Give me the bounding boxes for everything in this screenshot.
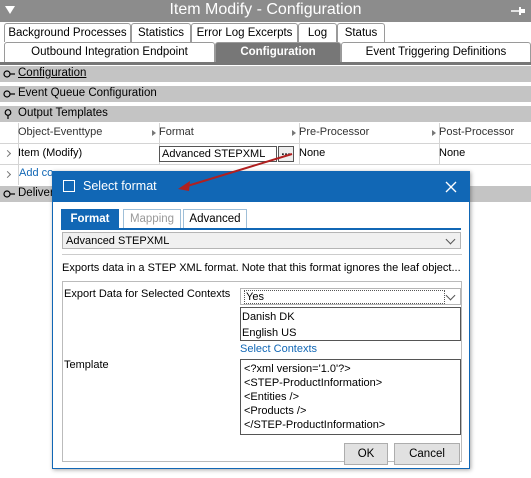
column-menu-icon — [152, 130, 156, 136]
expanded-node-icon — [4, 109, 12, 119]
dialog-tab-format[interactable]: Format — [61, 209, 119, 230]
column-header-pre-processor[interactable]: Pre-Processor — [297, 123, 440, 144]
contexts-list[interactable]: Danish DK English US — [240, 307, 461, 341]
section-configuration-label: Configuration — [18, 67, 87, 79]
select-format-dialog: Select format Format Mapping Advanced Ad… — [52, 171, 470, 469]
cell-post-processor[interactable]: None — [437, 144, 531, 165]
context-item[interactable]: English US — [242, 325, 296, 341]
export-contexts-select[interactable]: Yes — [240, 288, 461, 305]
column-header-object-eventtype[interactable]: Object-Eventtype — [16, 123, 160, 144]
tab-event-triggering-definitions[interactable]: Event Triggering Definitions — [341, 42, 531, 62]
template-line: <Products /> — [244, 405, 307, 417]
window-titlebar: Item Modify - Configuration — [0, 0, 531, 22]
tab-row-2: Outbound Integration Endpoint Configurat… — [0, 42, 531, 62]
tab-row-1: Background Processes Statistics Error Lo… — [0, 23, 531, 43]
tab-status[interactable]: Status — [337, 23, 385, 43]
tab-underline — [0, 62, 531, 65]
chevron-down-icon — [445, 290, 456, 301]
add-link[interactable]: Add co — [19, 167, 53, 179]
close-icon[interactable] — [445, 181, 457, 193]
divider — [62, 254, 462, 255]
collapsed-node-icon — [3, 90, 15, 98]
format-select[interactable]: Advanced STEPXML — [62, 232, 461, 249]
section-configuration[interactable]: Configuration — [0, 66, 531, 82]
ok-button[interactable]: OK — [344, 443, 388, 465]
tab-log[interactable]: Log — [298, 23, 337, 43]
export-contexts-label: Export Data for Selected Contexts — [64, 288, 231, 300]
column-menu-icon — [292, 130, 296, 136]
tab-configuration[interactable]: Configuration — [215, 42, 341, 62]
section-event-queue[interactable]: Event Queue Configuration — [0, 86, 531, 102]
context-item[interactable]: Danish DK — [242, 309, 295, 325]
section-delivery-label: Deliver — [18, 187, 54, 199]
tab-outbound-integration-endpoint[interactable]: Outbound Integration Endpoint — [4, 42, 215, 62]
row-expander — [0, 165, 19, 185]
format-description: Exports data in a STEP XML format. Note … — [62, 262, 461, 274]
section-output-templates[interactable]: Output Templates — [0, 106, 531, 122]
column-header-post-processor[interactable]: Post-Processor — [437, 123, 531, 144]
template-line: </STEP-ProductInformation> — [244, 419, 386, 431]
section-output-templates-label: Output Templates — [18, 107, 108, 119]
template-line: <Entities /> — [244, 391, 300, 403]
template-textarea[interactable]: <?xml version='1.0'?> <STEP-ProductInfor… — [240, 359, 461, 435]
dialog-tab-mapping[interactable]: Mapping — [123, 209, 181, 230]
dialog-tab-underline — [61, 228, 461, 230]
cancel-button[interactable]: Cancel — [394, 443, 460, 465]
template-line: <?xml version='1.0'?> — [244, 363, 351, 375]
tab-error-log-excerpts[interactable]: Error Log Excerpts — [191, 23, 298, 43]
column-menu-icon — [432, 130, 436, 136]
cell-object-eventtype[interactable]: Item (Modify) — [16, 144, 160, 165]
chevron-down-icon — [445, 234, 456, 245]
section-event-queue-label: Event Queue Configuration — [18, 87, 157, 99]
annotation-arrow — [178, 153, 293, 191]
window-icon — [63, 180, 75, 192]
select-contexts-link[interactable]: Select Contexts — [240, 343, 317, 355]
column-header-format[interactable]: Format — [157, 123, 300, 144]
collapsed-node-icon — [3, 190, 15, 198]
chevron-right-icon — [3, 170, 12, 179]
template-label: Template — [64, 359, 109, 371]
pin-icon[interactable] — [510, 4, 526, 18]
cell-pre-processor[interactable]: None — [297, 144, 440, 165]
chevron-right-icon — [3, 149, 12, 158]
tab-statistics[interactable]: Statistics — [131, 23, 191, 43]
collapsed-node-icon — [3, 70, 15, 78]
template-line: <STEP-ProductInformation> — [244, 377, 383, 389]
window-title: Item Modify - Configuration — [169, 1, 362, 18]
tab-background-processes[interactable]: Background Processes — [4, 23, 131, 43]
dialog-title: Select format — [83, 179, 157, 193]
dialog-tab-advanced[interactable]: Advanced — [183, 209, 247, 230]
